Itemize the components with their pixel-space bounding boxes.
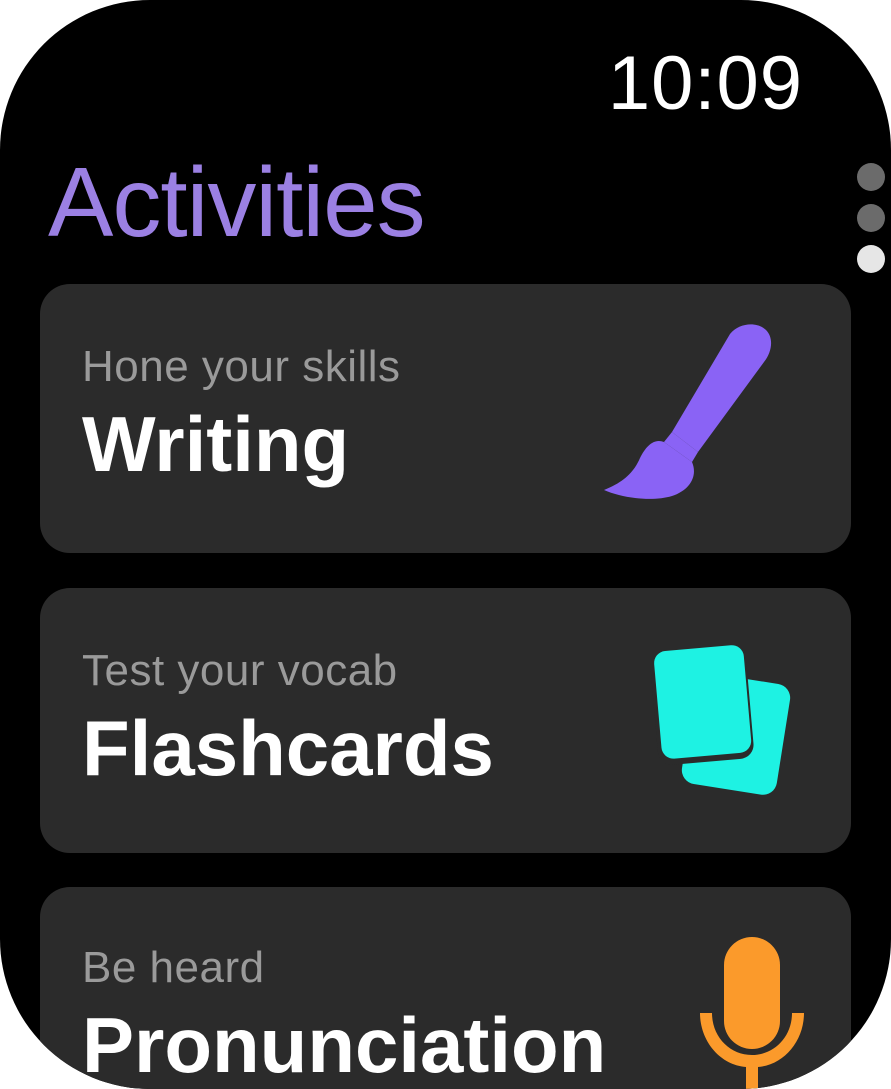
activity-title: Flashcards xyxy=(82,704,494,792)
page-dot xyxy=(857,163,885,191)
activity-subtitle: Hone your skills xyxy=(82,342,401,391)
flashcards-icon xyxy=(648,644,798,804)
page-dot xyxy=(857,204,885,232)
watch-screen: 10:09 Activities Hone your skills Writin… xyxy=(0,0,891,1089)
activity-card-flashcards[interactable]: Test your vocab Flashcards xyxy=(40,588,851,853)
activity-subtitle: Test your vocab xyxy=(82,646,398,695)
status-time: 10:09 xyxy=(607,41,803,126)
paintbrush-icon xyxy=(600,314,800,504)
page-indicator xyxy=(857,163,887,286)
page-dot-active xyxy=(857,245,885,273)
activity-title: Pronunciation xyxy=(82,1001,607,1089)
activity-subtitle: Be heard xyxy=(82,943,265,992)
activity-card-writing[interactable]: Hone your skills Writing xyxy=(40,284,851,553)
page-title: Activities xyxy=(48,147,426,257)
activity-card-pronunciation[interactable]: Be heard Pronunciation xyxy=(40,887,851,1089)
microphone-icon xyxy=(692,933,812,1089)
activity-title: Writing xyxy=(82,400,350,488)
